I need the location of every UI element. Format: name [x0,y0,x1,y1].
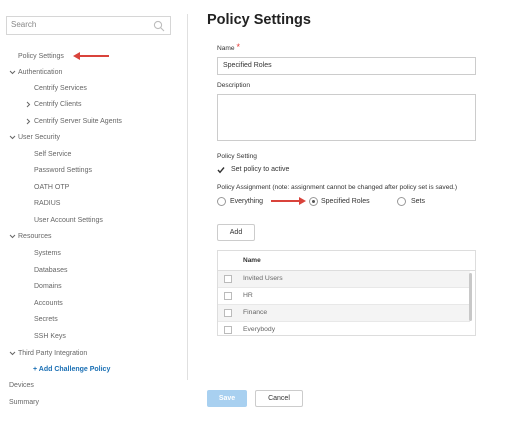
table-row[interactable]: HR [218,288,470,305]
search-box[interactable]: Search [6,16,171,35]
annotation-arrow-icon [271,197,306,205]
sidebar-item-ssh-keys[interactable]: SSH Keys [34,332,66,341]
roles-table: Name Invited Users HR Finance Everybody [217,250,476,336]
table-header: Name [218,251,475,271]
radio-everything[interactable] [217,197,226,206]
required-mark: * [236,42,240,52]
chevron-right-icon[interactable] [25,118,32,125]
row-name: HR [243,292,253,299]
row-name: Invited Users [243,275,283,282]
chevron-down-icon[interactable] [9,350,16,357]
radio-sets-label: Sets [411,198,426,205]
sidebar-divider [187,14,188,380]
chevron-down-icon[interactable] [9,69,16,76]
sidebar-item-summary[interactable]: Summary [9,398,39,407]
row-checkbox[interactable] [224,275,232,283]
name-field-value: Specified Roles [223,62,272,69]
sidebar-item-resources[interactable]: Resources [18,232,51,241]
cancel-button[interactable]: Cancel [255,390,303,407]
row-checkbox[interactable] [224,292,232,300]
name-label-text: Name [217,45,235,52]
annotation-arrow-icon [73,52,109,60]
sidebar-item-domains[interactable]: Domains [34,282,62,291]
add-button[interactable]: Add [217,224,255,241]
row-name: Everybody [243,326,276,333]
row-name: Finance [243,309,268,316]
sidebar-item-policy-settings[interactable]: Policy Settings [18,52,64,61]
chevron-down-icon[interactable] [9,233,16,240]
sidebar-item-centrify-server-suite-agents[interactable]: Centrify Server Suite Agents [34,117,122,126]
sidebar-item-centrify-clients[interactable]: Centrify Clients [34,100,81,109]
chevron-right-icon[interactable] [25,101,32,108]
sidebar-item-devices[interactable]: Devices [9,381,34,390]
search-icon[interactable] [153,20,165,32]
policy-assignment-label: Policy Assignment (note: assignment cann… [217,184,458,191]
sidebar-item-secrets[interactable]: Secrets [34,315,58,324]
sidebar-item-user-account-settings[interactable]: User Account Settings [34,216,103,225]
radio-specified-roles-label: Specified Roles [321,198,370,205]
sidebar-item-third-party-integration[interactable]: Third Party Integration [18,349,87,358]
table-row[interactable]: Invited Users [218,271,470,288]
name-label: Name * [217,42,240,52]
radio-everything-label: Everything [230,198,264,205]
search-input[interactable]: Search [11,20,36,29]
sidebar-item-radius[interactable]: RADIUS [34,199,60,208]
sidebar-item-databases[interactable]: Databases [34,266,67,275]
row-checkbox[interactable] [224,309,232,317]
table-scrollbar[interactable] [469,273,472,321]
sidebar-item-authentication[interactable]: Authentication [18,68,62,77]
sidebar-item-oath-otp[interactable]: OATH OTP [34,183,69,192]
table-row[interactable]: Finance [218,305,470,322]
row-checkbox[interactable] [224,326,232,334]
sidebar: Search Policy Settings Authentication Ce… [0,0,188,421]
add-challenge-policy-link[interactable]: + Add Challenge Policy [33,365,110,374]
save-button[interactable]: Save [207,390,247,407]
description-label: Description [217,82,250,89]
radio-specified-roles[interactable] [309,197,318,206]
radio-sets[interactable] [397,197,406,206]
table-row[interactable]: Everybody [218,322,470,335]
set-active-label: Set policy to active [231,166,290,173]
sidebar-item-accounts[interactable]: Accounts [34,299,63,308]
policy-setting-label: Policy Setting [217,153,257,160]
set-active-checkbox[interactable] [217,166,225,174]
sidebar-item-user-security[interactable]: User Security [18,133,60,142]
description-field[interactable] [217,94,476,141]
sidebar-item-systems[interactable]: Systems [34,249,61,258]
sidebar-item-centrify-services[interactable]: Centrify Services [34,84,87,93]
sidebar-item-password-settings[interactable]: Password Settings [34,166,92,175]
sidebar-item-self-service[interactable]: Self Service [34,150,71,159]
chevron-down-icon[interactable] [9,134,16,141]
name-field[interactable]: Specified Roles [217,57,476,75]
page-title: Policy Settings [207,12,311,28]
column-header-name[interactable]: Name [243,257,261,264]
